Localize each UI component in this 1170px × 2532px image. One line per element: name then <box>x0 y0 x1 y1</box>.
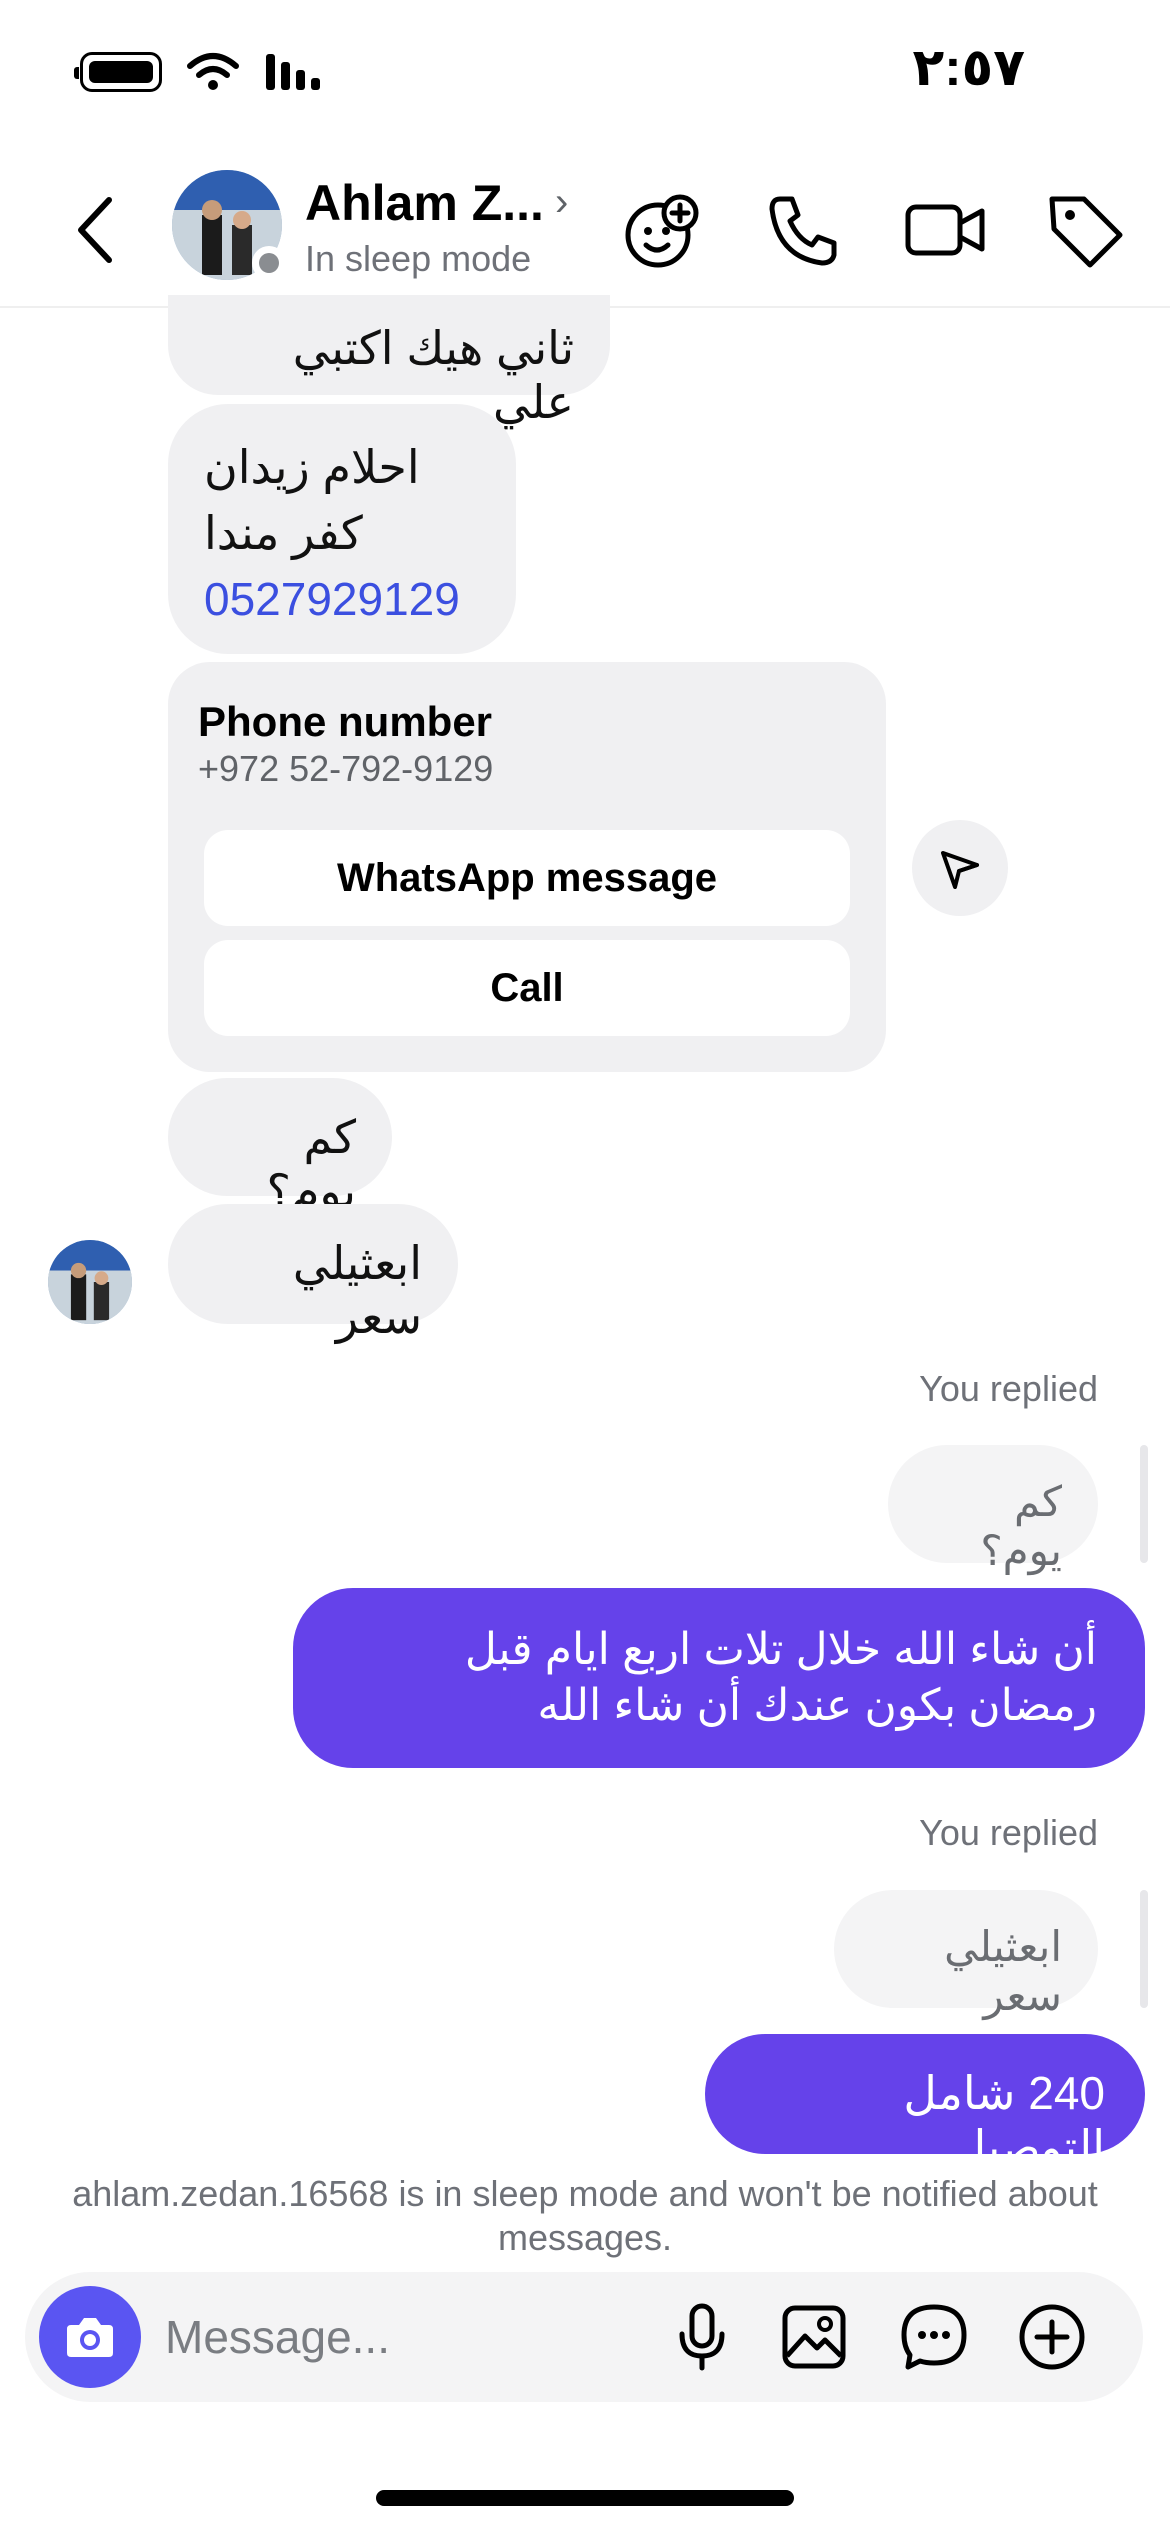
video-call-icon[interactable] <box>900 185 990 275</box>
phone-number-card: Phone number +972 52-792-9129 WhatsApp m… <box>168 662 886 1072</box>
microphone-icon <box>679 2303 725 2371</box>
quoted-message[interactable]: كم يوم؟ <box>888 1445 1098 1574</box>
quoted-text: كم يوم؟ <box>980 1478 1062 1574</box>
message-text: احلام زيدان <box>204 441 420 493</box>
camera-button[interactable] <box>39 2286 141 2388</box>
chevron-right-icon[interactable]: › <box>555 180 568 225</box>
incoming-message[interactable]: ابعثيلي سعر <box>168 1204 458 1343</box>
sleep-mode-notice: ahlam.zedan.16568 is in sleep mode and w… <box>72 2173 1098 2258</box>
signal-icon <box>266 54 320 90</box>
message-text: 240 شامل التوصيل <box>903 2067 1105 2173</box>
contact-avatar[interactable] <box>172 170 286 280</box>
microphone-button[interactable] <box>665 2300 739 2374</box>
message-text: أن شاء الله خلال تلات اربع ايام قبل رمضا… <box>464 1625 1097 1730</box>
tag-icon[interactable] <box>1040 185 1130 275</box>
chat-bubble-icon <box>901 2304 967 2370</box>
outgoing-message[interactable]: أن شاء الله خلال تلات اربع ايام قبل رمضا… <box>293 1588 1145 1768</box>
status-icons <box>74 52 326 92</box>
wifi-icon <box>187 53 239 90</box>
you-replied-label: You replied <box>919 1368 1098 1409</box>
battery-icon <box>74 52 162 92</box>
whatsapp-message-button[interactable]: WhatsApp message <box>204 830 850 926</box>
message-composer <box>25 2272 1143 2402</box>
incoming-message[interactable]: احلام زيدان كفر مندا 0527929129 <box>168 404 516 654</box>
quoted-text: ابعثيلي سعر <box>944 1923 1062 2019</box>
back-arrow-icon[interactable] <box>65 190 125 270</box>
message-text: كفر مندا <box>204 507 363 559</box>
camera-icon <box>67 2318 113 2357</box>
sender-avatar[interactable] <box>48 1240 132 1324</box>
share-button[interactable] <box>912 820 1008 916</box>
call-button[interactable]: Call <box>204 940 850 1036</box>
sticker-button[interactable] <box>897 2300 971 2374</box>
avatar-photo <box>48 1240 132 1324</box>
card-title: Phone number <box>198 698 493 745</box>
incoming-message[interactable]: كم يوم؟ <box>168 1078 392 1217</box>
sleep-status-indicator <box>252 246 286 280</box>
home-indicator <box>376 2490 794 2506</box>
reply-indicator-bar <box>1140 1445 1148 1563</box>
status-bar: ٢:٥٧ <box>0 0 1170 150</box>
status-time: ٢:٥٧ <box>912 39 1025 97</box>
gallery-button[interactable] <box>777 2300 851 2374</box>
message-input[interactable] <box>165 2302 645 2372</box>
chat-header: Ahlam Z... › In sleep mode <box>0 150 1170 308</box>
message-text: ابعثيلي سعر <box>292 1237 422 1343</box>
you-replied-label: You replied <box>919 1812 1098 1853</box>
reply-indicator-bar <box>1140 1890 1148 2008</box>
incoming-message[interactable]: ثاني هيك اكتبي علي <box>168 295 610 428</box>
add-emoji-icon[interactable] <box>618 185 708 275</box>
contact-name[interactable]: Ahlam Z... <box>305 174 544 232</box>
image-icon <box>782 2305 846 2369</box>
phone-icon[interactable] <box>758 185 848 275</box>
quoted-message[interactable]: ابعثيلي سعر <box>834 1890 1098 2019</box>
send-icon <box>941 851 979 889</box>
add-button[interactable] <box>1015 2300 1089 2374</box>
contact-status: In sleep mode <box>305 238 532 279</box>
plus-circle-icon <box>1019 2304 1085 2370</box>
card-phone-number: +972 52-792-9129 <box>198 748 494 789</box>
message-text: كم يوم؟ <box>266 1111 356 1217</box>
phone-link[interactable]: 0527929129 <box>204 566 480 632</box>
outgoing-message[interactable]: 240 شامل التوصيل <box>705 2034 1145 2173</box>
